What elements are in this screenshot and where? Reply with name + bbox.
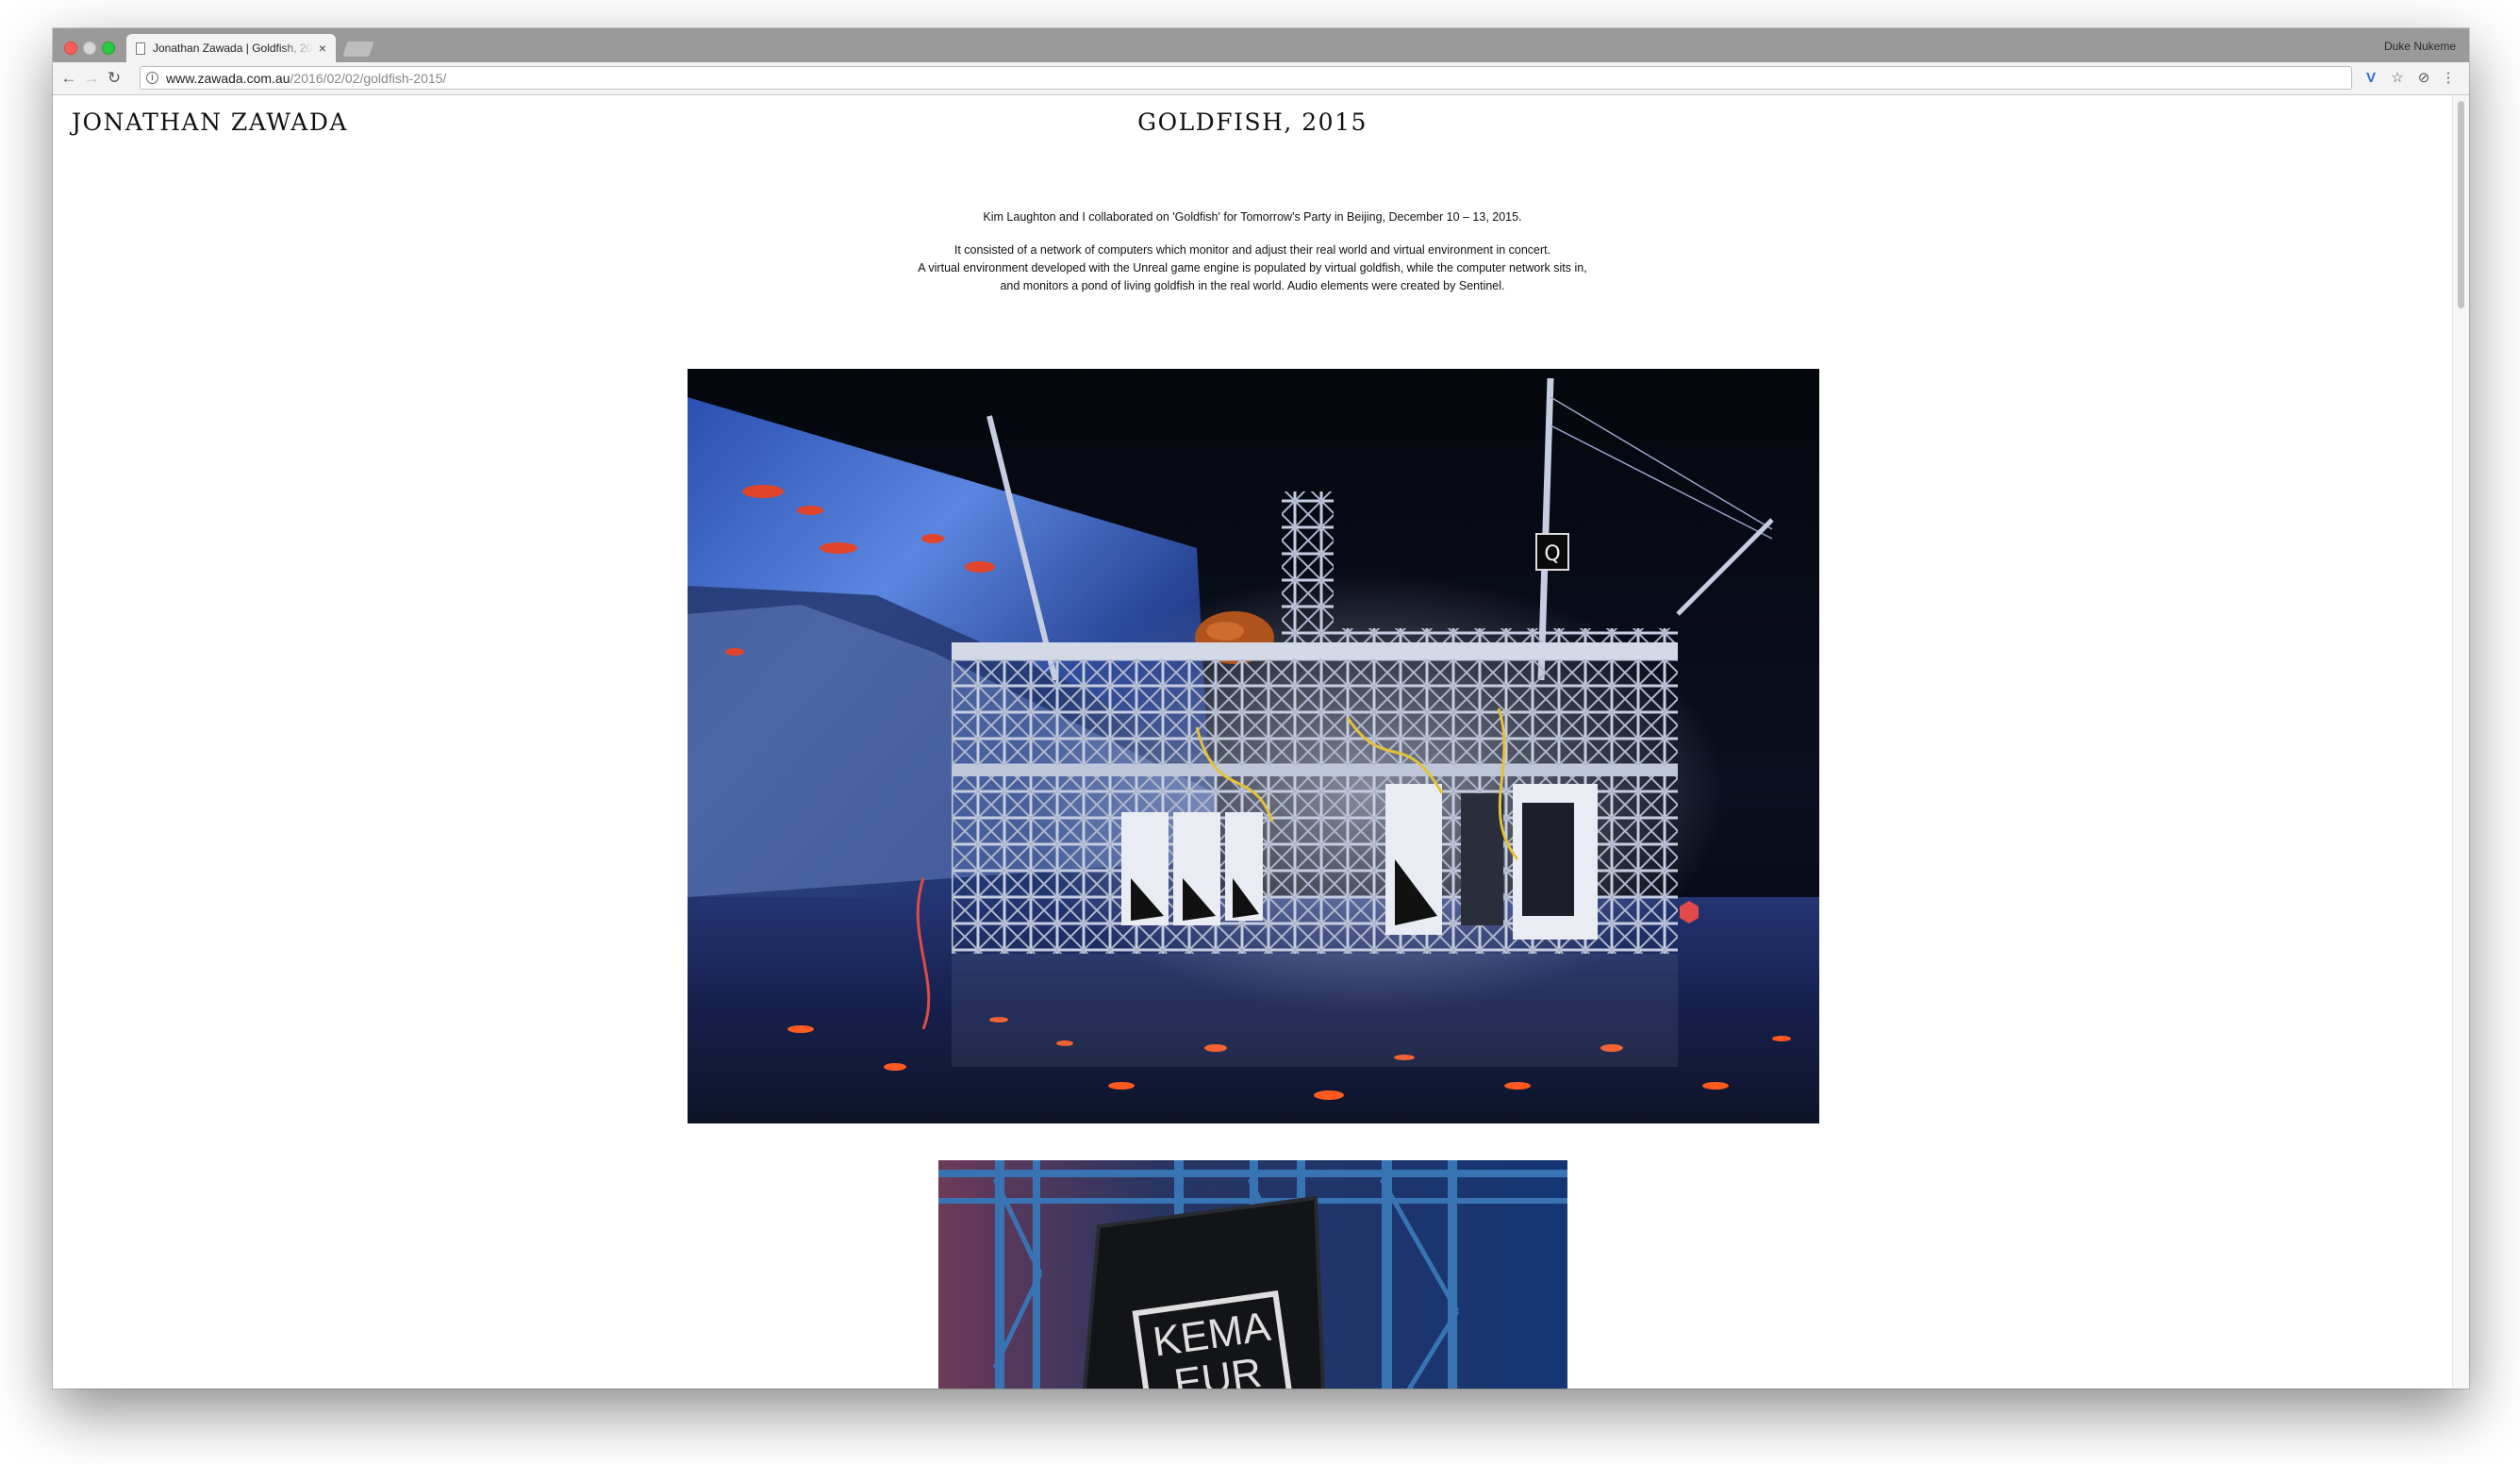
- browser-menu-icon[interactable]: ⋮: [2439, 69, 2458, 88]
- url-path: /2016/02/02/goldfish-2015/: [290, 70, 447, 86]
- extension-circle-icon[interactable]: ⊘: [2414, 69, 2433, 88]
- intro-line-1: Kim Laughton and I collaborated on 'Gold…: [983, 210, 1522, 224]
- intro-line-3: A virtual environment developed with the…: [918, 261, 1587, 274]
- bookmark-star-icon[interactable]: ☆: [2388, 69, 2407, 88]
- page-scrollbar[interactable]: [2452, 95, 2469, 1389]
- intro-line-2: It consisted of a network of computers w…: [953, 243, 1551, 257]
- close-window-button[interactable]: [64, 42, 77, 55]
- page-content: JONATHAN ZAWADA GOLDFISH, 2015 Kim Laugh…: [53, 95, 2452, 1389]
- minimize-window-button[interactable]: [83, 42, 96, 55]
- tab-goldfish[interactable]: Jonathan Zawada | Goldfish, 2015 ×: [126, 34, 336, 62]
- url-host: www.zawada.com.au: [166, 70, 290, 86]
- extension-v-icon[interactable]: V: [2362, 69, 2380, 88]
- forward-arrow-icon[interactable]: →: [81, 68, 102, 89]
- maximize-window-button[interactable]: [102, 42, 115, 55]
- sign-photo: KEMA EUR: [938, 1160, 1567, 1389]
- page-title: GOLDFISH, 2015: [1137, 108, 1368, 136]
- browser-window: Jonathan Zawada | Goldfish, 2015 × Duke …: [53, 28, 2469, 1389]
- installation-photo: Q: [688, 369, 1819, 1123]
- reload-icon[interactable]: ↻: [104, 68, 124, 89]
- back-arrow-icon[interactable]: ←: [58, 68, 79, 89]
- tab-title: Jonathan Zawada | Goldfish, 2015: [153, 42, 313, 55]
- tab-strip: Jonathan Zawada | Goldfish, 2015 × Duke …: [53, 28, 2469, 62]
- new-tab-button[interactable]: [342, 42, 374, 57]
- intro-line-4: and monitors a pond of living goldfish i…: [1000, 279, 1505, 292]
- profile-name[interactable]: Duke Nukeme: [2384, 40, 2456, 53]
- site-info-icon[interactable]: i: [146, 72, 158, 84]
- intro-text: Kim Laughton and I collaborated on 'Gold…: [53, 208, 2452, 295]
- mast-sign-text: Q: [1544, 542, 1560, 566]
- address-bar[interactable]: i www.zawada.com.au/2016/02/02/goldfish-…: [140, 66, 2352, 90]
- scrollbar-thumb[interactable]: [2458, 101, 2464, 308]
- browser-toolbar: ← → ↻ i www.zawada.com.au/2016/02/02/gol…: [53, 62, 2469, 95]
- tab-close-icon[interactable]: ×: [319, 41, 326, 56]
- page-icon: [136, 42, 145, 55]
